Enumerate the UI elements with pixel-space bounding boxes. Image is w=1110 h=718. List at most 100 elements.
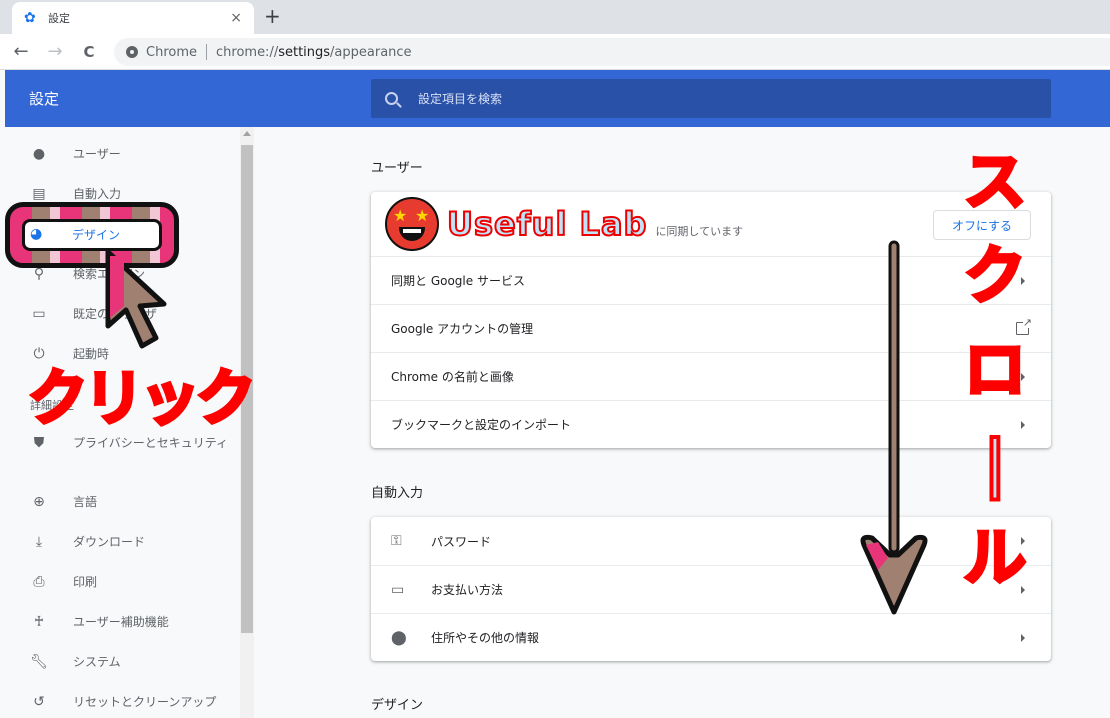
tab-settings[interactable]: ✿ 設定 × <box>12 2 254 34</box>
section-heading-users: ユーザー <box>371 161 423 176</box>
sidebar-item-label: ダウンロード <box>73 535 146 549</box>
wrench-icon: 🔧︎ <box>30 654 48 670</box>
sidebar-item-label: 起動時 <box>73 347 110 361</box>
mouth <box>399 227 425 241</box>
row-label: ブックマークと設定のインポート <box>391 418 572 432</box>
chevron-right-icon <box>1021 420 1025 429</box>
sidebar-item-label: 自動入力 <box>73 187 122 201</box>
location-pin-icon: ⬤ <box>391 629 407 646</box>
sidebar-item-label: 言語 <box>73 495 98 509</box>
clipboard-icon: ▤ <box>32 186 46 202</box>
sidebar-item-label: システム <box>73 655 121 669</box>
new-tab-button[interactable]: + <box>264 4 281 28</box>
sidebar-item-language[interactable]: ⊕ 言語 <box>5 482 240 522</box>
sync-status: に同期しています <box>655 225 744 238</box>
sidebar-item-default-browser[interactable]: ▭ 既定のブラウザ <box>5 294 240 334</box>
sidebar-item-label: ユーザー <box>73 147 121 161</box>
page-title: 設定 <box>29 90 60 108</box>
address-bar[interactable]: Chrome chrome://settings/appearance <box>114 38 1110 66</box>
tab-strip: ✿ 設定 × + <box>0 0 1110 34</box>
gear-icon: ✿ <box>24 10 36 26</box>
settings-header: 設定 設定項目を検索 <box>5 70 1110 127</box>
passwords-row[interactable]: ⚿ パスワード <box>371 517 1051 565</box>
search-input[interactable]: 設定項目を検索 <box>371 79 1051 118</box>
tab-title: 設定 <box>48 12 70 25</box>
shield-icon: ⛊ <box>33 435 45 451</box>
profile-name: Useful Lab <box>446 204 648 244</box>
section-heading-autofill: 自動入力 <box>371 486 424 501</box>
section-heading-design: デザイン <box>371 698 424 713</box>
addresses-row[interactable]: ⬤ 住所やその他の情報 <box>371 613 1051 661</box>
row-label: 住所やその他の情報 <box>431 631 540 645</box>
sidebar-item-label: 既定のブラウザ <box>73 307 158 321</box>
search-icon <box>385 92 398 105</box>
palette-icon: ◕ <box>32 226 46 242</box>
chevron-right-icon <box>1021 537 1025 545</box>
manage-account-row[interactable]: Google アカウントの管理 <box>371 304 1051 352</box>
sidebar-item-startup[interactable]: ⏻ 起動時 <box>5 334 240 374</box>
globe-icon: ⊕ <box>33 494 45 510</box>
sidebar-item-user[interactable]: ● ユーザー <box>5 134 240 174</box>
sync-services-row[interactable]: 同期と Google サービス <box>371 256 1051 304</box>
history-icon: ↺ <box>33 694 45 710</box>
sidebar-item-design[interactable]: ◕ デザイン <box>5 214 240 254</box>
power-icon: ⏻ <box>33 346 45 362</box>
site-chip: Chrome <box>146 44 197 60</box>
sidebar-item-print[interactable]: ⎙ 印刷 <box>5 562 240 602</box>
chevron-right-icon <box>1021 585 1025 594</box>
sidebar: ● ユーザー ▤ 自動入力 ◕ デザイン ⚲ 検索エンジン ▭ 既定のブラウザ … <box>5 127 240 718</box>
row-label: パスワード <box>431 534 492 549</box>
sidebar-item-label: リセットとクリーンアップ <box>73 695 217 709</box>
key-icon: ⚿ <box>391 533 402 549</box>
external-link-icon <box>1016 317 1032 335</box>
forward-button[interactable]: → <box>42 41 68 62</box>
sidebar-item-system[interactable]: 🔧︎ システム <box>5 642 240 682</box>
divider <box>206 44 207 60</box>
sidebar-item-search-engine[interactable]: ⚲ 検索エンジン <box>5 254 240 294</box>
credit-card-icon: ▭ <box>391 581 405 598</box>
url-text: chrome://settings/appearance <box>216 44 412 60</box>
chrome-name-row[interactable]: Chrome の名前と画像 <box>371 352 1051 400</box>
sidebar-item-label: 印刷 <box>73 575 98 589</box>
avatar: ★ ★ <box>385 197 439 251</box>
chrome-icon <box>126 46 138 58</box>
profile-row: ★ ★ Useful Lab に同期しています オフにする <box>371 192 1051 256</box>
users-card: ★ ★ Useful Lab に同期しています オフにする 同期と Google… <box>371 192 1051 448</box>
sidebar-item-download[interactable]: ⤓ ダウンロード <box>5 522 240 562</box>
sidebar-item-label: デザイン <box>73 227 122 241</box>
accessibility-icon: ♰ <box>33 614 45 630</box>
printer-icon: ⎙ <box>33 574 45 590</box>
star-icon: ★ <box>415 206 430 225</box>
sidebar-item-privacy[interactable]: ⛊ プライバシーとセキュリティ <box>5 419 240 467</box>
payment-methods-row[interactable]: ▭ お支払い方法 <box>371 565 1051 613</box>
advanced-section-label[interactable]: 詳細設定 <box>30 397 74 413</box>
chevron-right-icon <box>1021 372 1025 381</box>
person-icon: ● <box>32 146 46 162</box>
back-button[interactable]: ← <box>8 41 34 62</box>
sidebar-scrollbar[interactable] <box>240 127 254 718</box>
download-icon: ⤓ <box>35 534 43 550</box>
sidebar-item-reset[interactable]: ↺ リセットとクリーンアップ <box>5 682 240 718</box>
sidebar-item-autofill[interactable]: ▤ 自動入力 <box>5 174 240 214</box>
browser-icon: ▭ <box>32 306 46 322</box>
row-label: 同期と Google サービス <box>391 274 525 288</box>
search-placeholder: 設定項目を検索 <box>418 92 503 106</box>
search-icon: ⚲ <box>33 266 45 282</box>
scroll-up-arrow[interactable] <box>243 131 251 136</box>
star-icon: ★ <box>393 206 408 225</box>
reload-button[interactable]: C <box>76 43 102 61</box>
sidebar-item-accessibility[interactable]: ♰ ユーザー補助機能 <box>5 602 240 642</box>
autofill-card: ⚿ パスワード ▭ お支払い方法 ⬤ 住所やその他の情報 <box>371 517 1051 661</box>
row-label: お支払い方法 <box>431 583 504 597</box>
row-label: Chrome の名前と画像 <box>391 370 514 384</box>
sidebar-item-label: プライバシーとセキュリティ <box>73 436 229 450</box>
browser-toolbar: ← → C Chrome chrome://settings/appearanc… <box>0 34 1110 70</box>
import-bookmarks-row[interactable]: ブックマークと設定のインポート <box>371 400 1051 448</box>
row-label: Google アカウントの管理 <box>391 322 534 336</box>
chevron-right-icon <box>1021 276 1025 285</box>
chevron-right-icon <box>1021 633 1025 642</box>
close-tab-icon[interactable]: × <box>230 10 242 26</box>
sidebar-item-label: ユーザー補助機能 <box>73 615 169 629</box>
scrollbar-thumb[interactable] <box>241 145 253 633</box>
turn-off-sync-button[interactable]: オフにする <box>933 210 1031 240</box>
